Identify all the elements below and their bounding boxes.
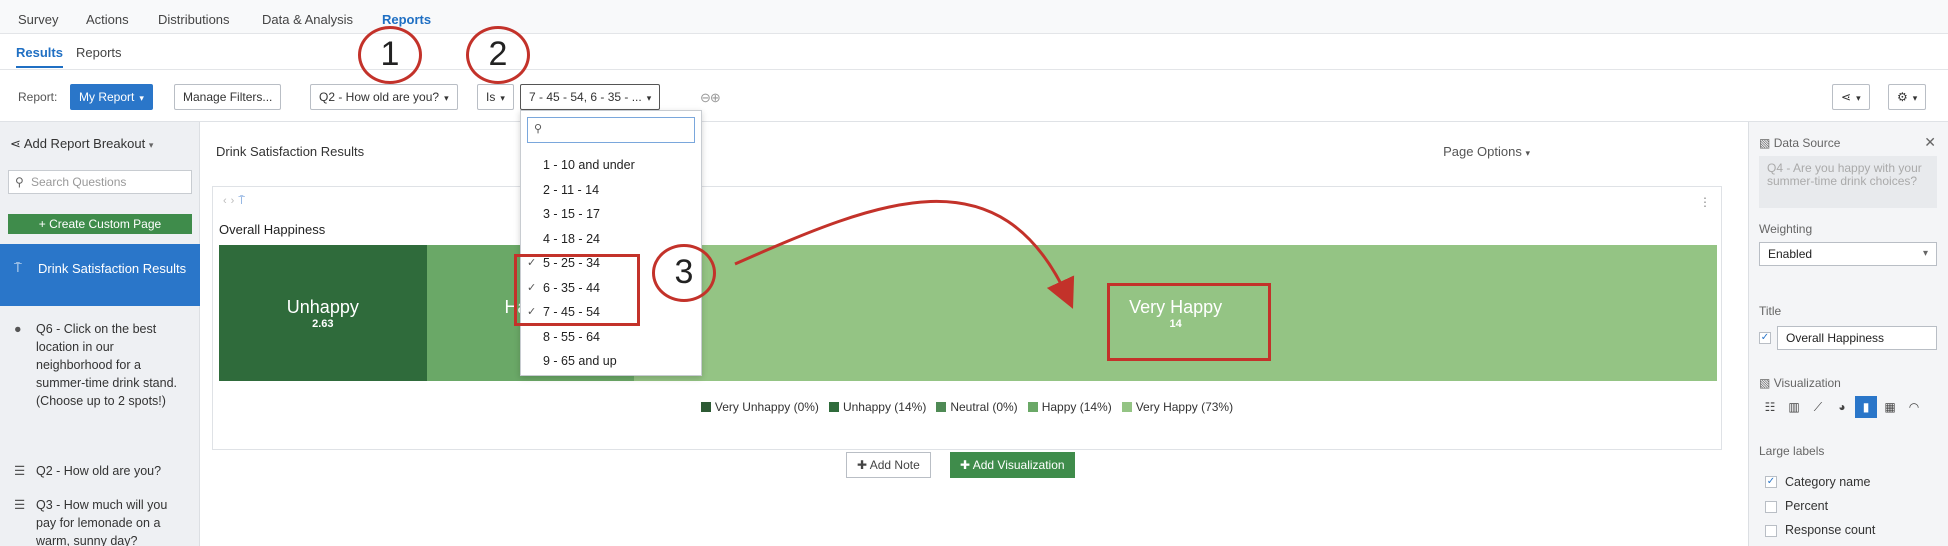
category-name-label: Category name <box>1785 475 1871 489</box>
dropdown-option[interactable]: 2 - 11 - 14 <box>521 178 701 202</box>
dropdown-option[interactable]: 9 - 65 and up <box>521 349 701 373</box>
weighting-label: Weighting <box>1759 222 1813 236</box>
visualization-label: ▧ Visualization <box>1759 376 1841 390</box>
title-checkbox[interactable]: ✓ <box>1759 332 1771 344</box>
values-dropdown-menu: ⚲ 1 - 10 and under 2 - 11 - 14 3 - 15 - 17… <box>520 110 702 376</box>
dropdown-option[interactable]: 3 - 15 - 17 <box>521 202 701 226</box>
grid-icon[interactable]: ▦ <box>1879 396 1901 418</box>
dropdown-option[interactable]: 1 - 10 and under <box>521 153 701 177</box>
percent-label: Percent <box>1785 499 1829 513</box>
data-source-select[interactable]: Q4 - Are you happy with your summer-time… <box>1759 156 1937 208</box>
dropdown-option-label: 3 - 15 - 17 <box>543 207 600 221</box>
dropdown-option-label: 4 - 18 - 24 <box>543 231 600 246</box>
bar-chart-icon[interactable]: ▥ <box>1783 396 1805 418</box>
weighting-select[interactable]: Enabled ▾ <box>1759 242 1937 266</box>
close-icon[interactable]: ✕ <box>1924 134 1936 151</box>
title-label: Title <box>1759 304 1782 318</box>
annotation-box-selected-options <box>514 254 640 326</box>
dropdown-search-input[interactable]: ⚲ <box>527 117 695 143</box>
weighting-value: Enabled <box>1768 247 1813 261</box>
database-icon: ▧ <box>1759 136 1771 150</box>
large-labels-label: Large labels <box>1759 444 1825 458</box>
title-input[interactable]: Overall Happiness <box>1777 326 1937 350</box>
chart-icon: ▧ <box>1759 376 1771 390</box>
line-chart-icon[interactable]: ⟋ <box>1807 396 1829 418</box>
right-settings-panel: ▧ Data Source ✕ Q4 - Are you happy with … <box>1748 122 1948 546</box>
annotation-circle-3: 3 <box>652 244 716 302</box>
chevron-down-icon: ▾ <box>1922 248 1928 259</box>
pie-chart-icon[interactable]: ◕ <box>1831 396 1853 418</box>
response-count-checkbox[interactable] <box>1765 525 1777 537</box>
table-icon[interactable]: ☷ <box>1759 396 1781 418</box>
dropdown-option-label: 2 - 11 - 14 <box>543 182 600 197</box>
category-name-checkbox[interactable]: ✓ <box>1765 476 1777 488</box>
annotation-arrow <box>734 200 1075 309</box>
search-icon: ⚲ <box>534 123 543 135</box>
dropdown-option-label: 9 - 65 and up <box>543 354 617 368</box>
arrow-path <box>734 200 1075 309</box>
breakdown-bar-icon[interactable]: ▮ <box>1855 396 1877 418</box>
gauge-icon[interactable]: ◠ <box>1903 396 1925 418</box>
dropdown-option-label: 8 - 55 - 64 <box>543 329 600 344</box>
dropdown-option[interactable]: 8 - 55 - 64 <box>521 325 701 349</box>
response-count-label: Response count <box>1785 523 1876 537</box>
dropdown-option-label: 1 - 10 and under <box>543 158 635 172</box>
percent-checkbox[interactable] <box>1765 501 1777 513</box>
data-source-label: ▧ Data Source <box>1759 136 1841 150</box>
